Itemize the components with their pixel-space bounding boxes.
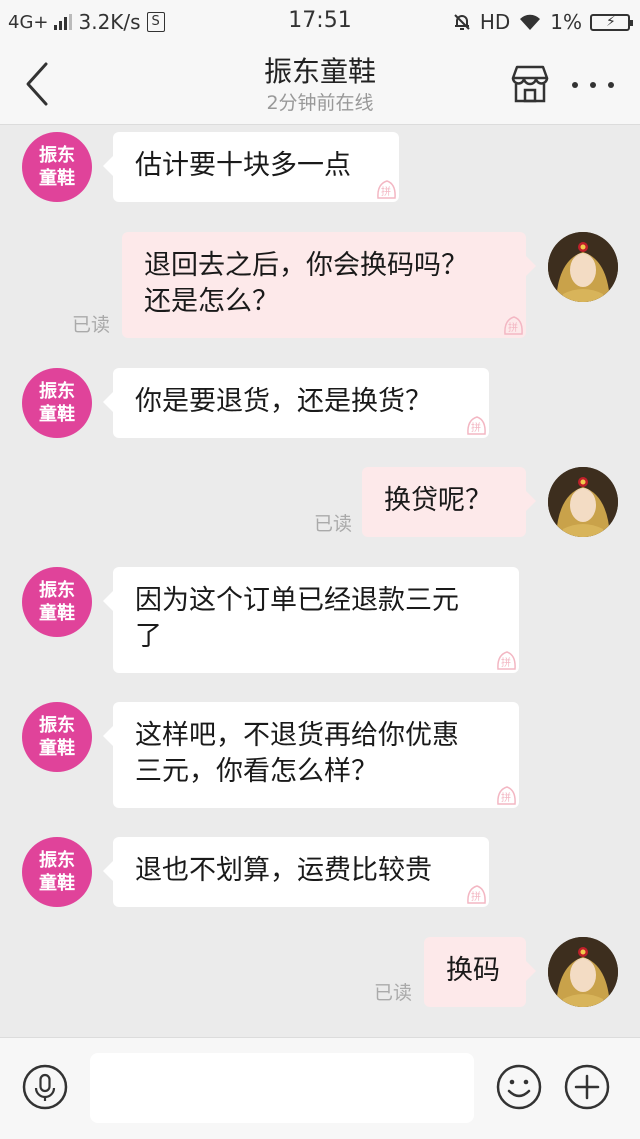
outgoing-message[interactable]: 换码 <box>424 937 536 1007</box>
shop-avatar[interactable]: 振东 童鞋 <box>22 368 92 438</box>
pin-watermark-icon: 拼 <box>377 180 396 199</box>
shop-avatar[interactable]: 振东 童鞋 <box>22 132 92 202</box>
outgoing-message[interactable]: 换贷呢？ <box>362 467 536 537</box>
incoming-message[interactable]: 这样吧，不退货再给你优惠 三元，你看怎么样？ 拼 <box>103 702 519 808</box>
battery-icon: ⚡ <box>590 13 633 31</box>
read-receipt: 已读 <box>314 513 353 535</box>
user-avatar[interactable] <box>548 937 618 1007</box>
store-icon[interactable] <box>508 62 552 106</box>
user-avatar[interactable] <box>548 467 618 537</box>
user-avatar[interactable] <box>548 232 618 302</box>
svg-text:拼: 拼 <box>381 185 391 198</box>
incoming-message[interactable]: 估计要十块多一点 拼 <box>103 132 399 202</box>
shop-avatar[interactable]: 振东 童鞋 <box>22 702 92 772</box>
status-bar: 4G+ 3.2K/s S 17:51 HD 1% ⚡ <box>0 0 640 44</box>
read-receipt: 已读 <box>72 314 111 336</box>
pin-watermark-icon: 拼 <box>497 651 516 670</box>
alarm-off-icon <box>454 14 470 30</box>
incoming-message[interactable]: 因为这个订单已经退款三元 了 拼 <box>103 567 519 673</box>
add-attachment-icon[interactable] <box>564 1064 610 1110</box>
svg-text:拼: 拼 <box>501 791 511 804</box>
voice-input-icon[interactable] <box>22 1064 68 1110</box>
incoming-message[interactable]: 你是要退货，还是换货？ 拼 <box>103 368 489 438</box>
hd-label: HD <box>479 10 511 34</box>
read-receipt: 已读 <box>374 982 413 1004</box>
svg-text:拼: 拼 <box>471 890 481 903</box>
more-options-icon[interactable] <box>568 70 618 100</box>
chat-header: 振东童鞋 2分钟前在线 <box>0 44 640 125</box>
battery-percent: 1% <box>550 10 582 34</box>
pin-watermark-icon: 拼 <box>467 416 486 435</box>
shop-avatar[interactable]: 振东 童鞋 <box>22 567 92 637</box>
outgoing-message[interactable]: 退回去之后，你会换码吗？ 还是怎么？ 拼 <box>122 232 536 338</box>
incoming-message[interactable]: 退也不划算，运费比较贵 拼 <box>103 837 489 907</box>
svg-text:拼: 拼 <box>471 421 481 434</box>
shop-avatar[interactable]: 振东 童鞋 <box>22 837 92 907</box>
pin-watermark-icon: 拼 <box>504 316 523 335</box>
svg-text:拼: 拼 <box>508 321 518 334</box>
pin-watermark-icon: 拼 <box>467 885 486 904</box>
wifi-icon <box>520 14 541 30</box>
svg-text:拼: 拼 <box>501 656 511 669</box>
input-bar <box>0 1037 640 1139</box>
pin-watermark-icon: 拼 <box>497 786 516 805</box>
message-input[interactable] <box>90 1053 474 1123</box>
emoji-icon[interactable] <box>496 1064 542 1110</box>
message-list[interactable]: 振东 童鞋 估计要十块多一点 拼 退回去之后，你会换码吗？ 还是怎么？ 拼 已读 … <box>0 125 640 1037</box>
